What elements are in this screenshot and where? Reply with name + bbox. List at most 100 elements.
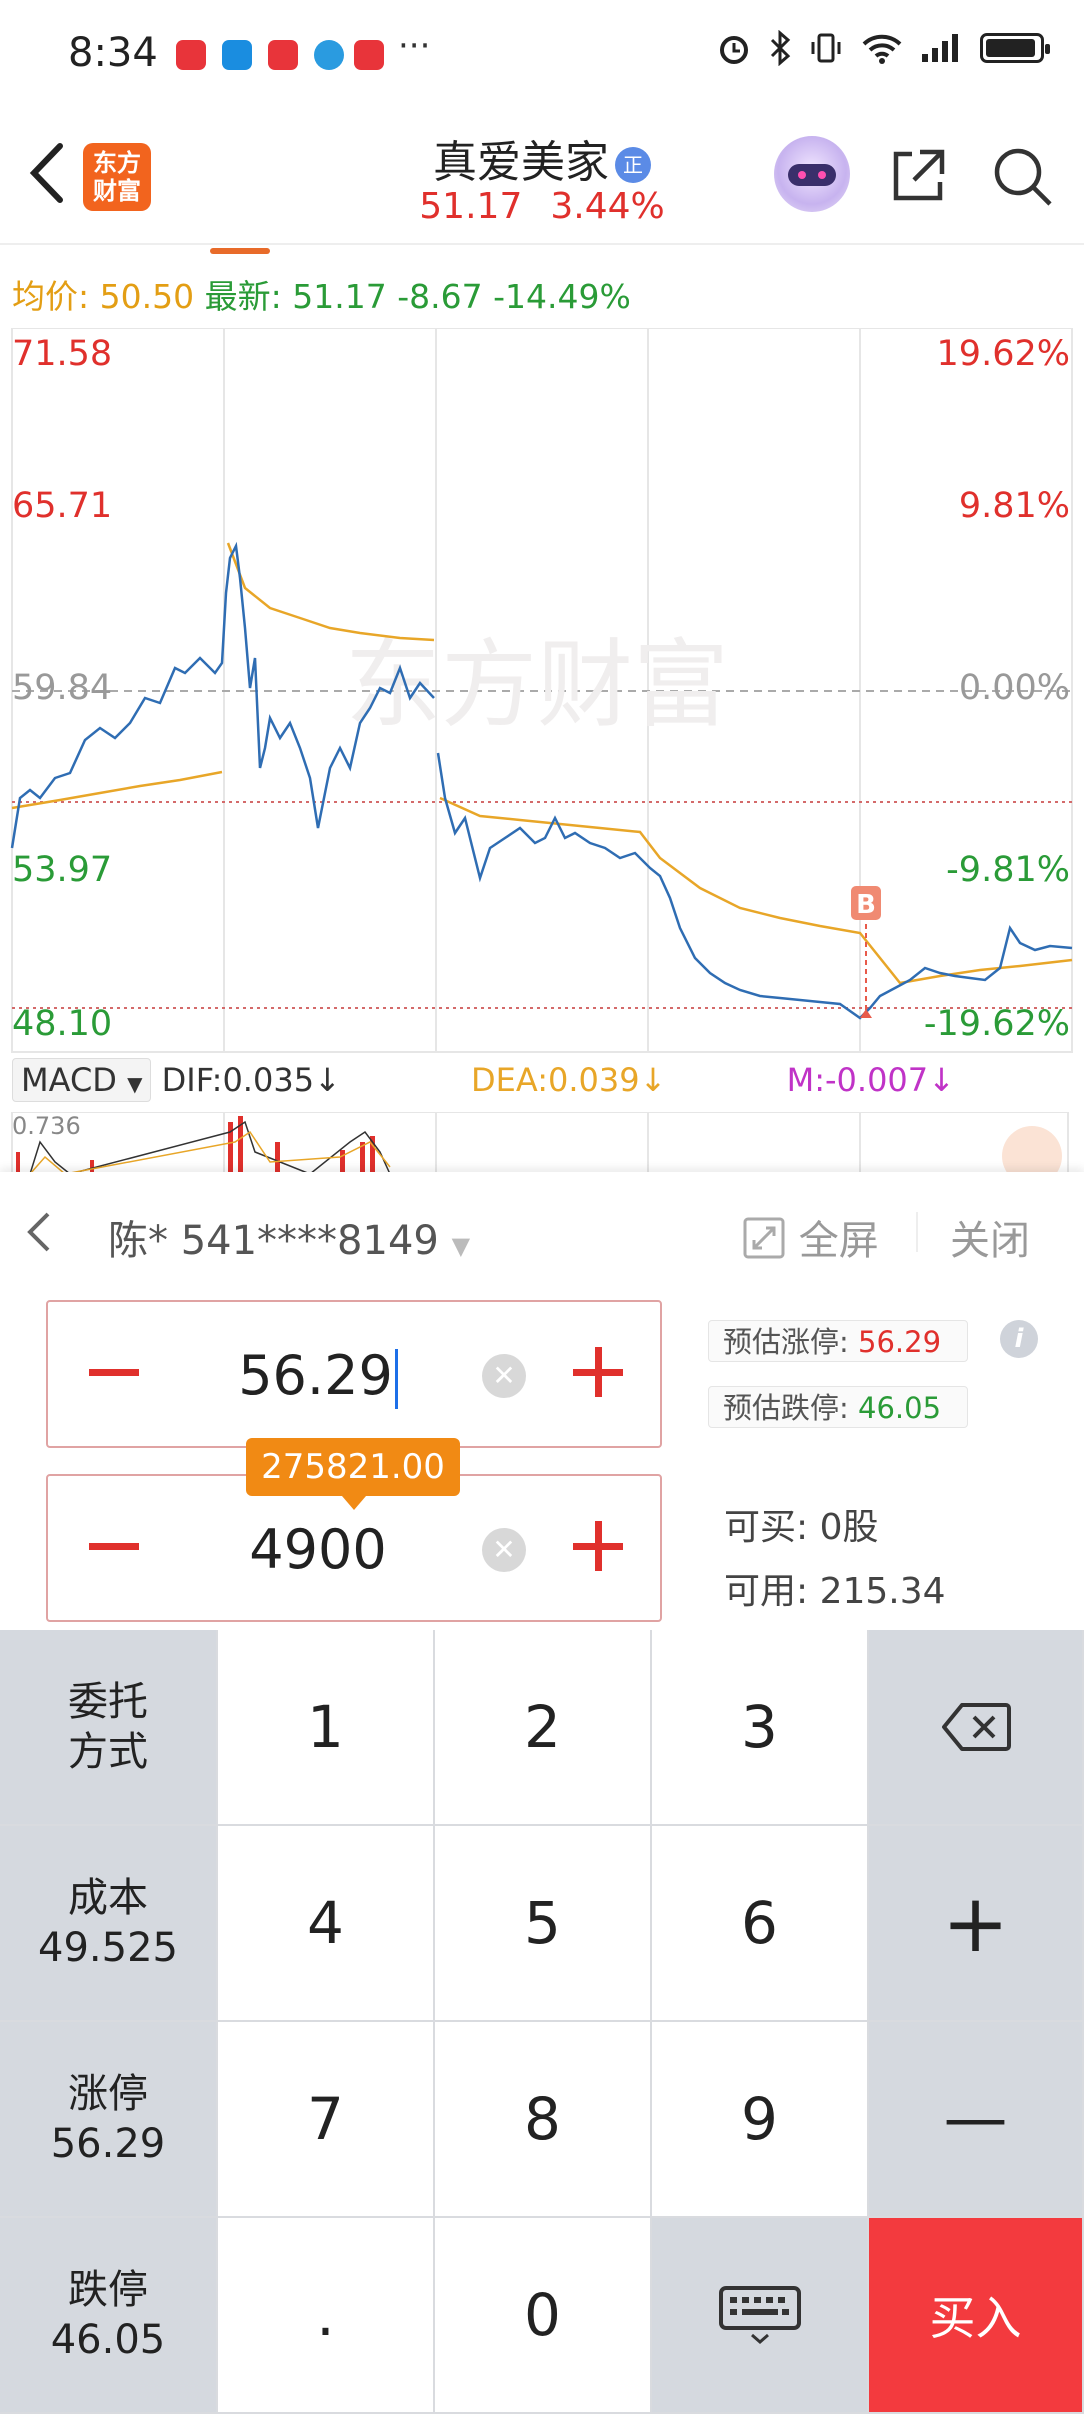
indicator-selector[interactable]: MACD ▼ (12, 1058, 152, 1102)
available-label: 可用: (724, 1571, 809, 1612)
key-7[interactable]: 7 (218, 2022, 435, 2218)
key-label: 跌停 (68, 2267, 148, 2313)
can-buy-label: 可买: (724, 1507, 809, 1548)
fullscreen-button[interactable]: 全屏 (742, 1208, 879, 1266)
numeric-keypad: 委托 方式 成本 49.525 涨停 56.29 跌停 46.05 1 2 3 4 5 … (0, 1630, 1084, 2414)
can-buy: 可买: 0股 (724, 1498, 879, 1550)
collapse-left-icon[interactable] (24, 1210, 54, 1254)
macd-chart: 0.736 (10, 1111, 1070, 1186)
macd-m: M:-0.007↓ (787, 1061, 955, 1099)
axis-label-right: 9.81% (958, 486, 1070, 526)
key-decimal[interactable]: . (218, 2218, 435, 2414)
macd-scale-label: 0.736 (12, 1112, 81, 1140)
clear-quantity-button[interactable]: ✕ (482, 1528, 526, 1572)
can-buy-value: 0股 (819, 1507, 879, 1548)
quantity-decrease-button[interactable] (84, 1516, 144, 1576)
axis-label-left: 48.10 (12, 1004, 113, 1044)
macd-canvas: 0.736 (11, 1111, 1069, 1186)
key-label: 方式 (68, 1729, 148, 1775)
search-icon[interactable] (990, 144, 1054, 208)
amount-tooltip: 275821.00 (246, 1438, 460, 1510)
key-label: 委托 (68, 1679, 148, 1725)
cost-price-key[interactable]: 成本 49.525 (0, 1826, 218, 2022)
axis-label-right: -19.62% (923, 1004, 1070, 1044)
key-1[interactable]: 1 (218, 1630, 435, 1826)
available-funds: 可用: 215.34 (724, 1562, 946, 1614)
close-button[interactable]: 关闭 (950, 1208, 1030, 1266)
estimated-limit-up-value: 56.29 (858, 1325, 942, 1359)
estimated-limit-up: 预估涨停: 56.29 (708, 1320, 968, 1362)
wifi-icon (862, 34, 902, 64)
clear-price-button[interactable]: ✕ (482, 1354, 526, 1398)
key-3[interactable]: 3 (652, 1630, 869, 1826)
intraday-chart[interactable]: 东方财富 B 71.58 65.71 59.84 53.97 48.10 19.… (0, 328, 1084, 1058)
info-icon[interactable]: i (1000, 1320, 1038, 1358)
buy-button[interactable]: 买入 (869, 2218, 1084, 2414)
minus-key[interactable]: — (869, 2022, 1084, 2218)
estimated-limit-down-label: 预估跌停: (723, 1391, 849, 1425)
key-6[interactable]: 6 (652, 1826, 869, 2022)
down-arrow-icon: ↓ (314, 1061, 341, 1099)
limit-up-key[interactable]: 涨停 56.29 (0, 2022, 218, 2218)
clock: 8:34 (68, 30, 158, 76)
macd-m-value: M:-0.007 (786, 1061, 929, 1099)
axis-label-right: -9.81% (946, 850, 1070, 890)
price-stepper: 56.29 ✕ (46, 1300, 662, 1448)
key-5[interactable]: 5 (435, 1826, 652, 2022)
stock-price: 51.17 (419, 186, 523, 227)
key-0[interactable]: 0 (435, 2218, 652, 2414)
price-decrease-button[interactable] (84, 1342, 144, 1402)
share-icon[interactable] (890, 146, 948, 204)
limit-down-key[interactable]: 跌停 46.05 (0, 2218, 218, 2414)
battery-icon (980, 33, 1050, 63)
estimated-limit-down: 预估跌停: 46.05 (708, 1386, 968, 1428)
account-bar: 陈* 541****8149 ▼ 全屏 关闭 (0, 1172, 1084, 1284)
key-label: 成本 (68, 1875, 148, 1921)
active-tab-indicator (210, 248, 270, 254)
key-8[interactable]: 8 (435, 2022, 652, 2218)
axis-label-right: 0.00% (958, 668, 1070, 708)
down-arrow-icon: ↓ (928, 1061, 955, 1099)
divider (916, 1212, 918, 1252)
macd-dif-value: DIF:0.035 (161, 1061, 315, 1099)
axis-label-left: 59.84 (12, 668, 113, 708)
price-increase-button[interactable] (568, 1342, 628, 1402)
price-input[interactable]: 56.29 (168, 1344, 468, 1410)
quantity-increase-button[interactable] (568, 1516, 628, 1576)
notification-icon (268, 40, 298, 70)
key-label: 涨停 (68, 2071, 148, 2117)
stock-header: 东方 财富 真爱美家正 51.17 3.44% (0, 110, 1084, 245)
key-9[interactable]: 9 (652, 2022, 869, 2218)
alarm-icon (720, 36, 748, 64)
quantity-input[interactable]: 4900 (168, 1518, 468, 1581)
divider (0, 243, 1084, 245)
key-2[interactable]: 2 (435, 1630, 652, 1826)
axis-label-left: 65.71 (12, 486, 113, 526)
notification-icon (222, 40, 252, 70)
estimated-limit-up-label: 预估涨停: (723, 1325, 849, 1359)
axis-label-right: 19.62% (936, 334, 1070, 374)
signal-icon (922, 34, 958, 62)
fullscreen-label: 全屏 (798, 1218, 879, 1264)
price-summary: 均价: 50.50 最新: 51.17 -8.67 -14.49% (12, 270, 631, 318)
change-pct: -14.49% (493, 277, 631, 316)
account-selector[interactable]: 陈* 541****8149 ▼ (108, 1208, 470, 1266)
macd-indicator-bar: MACD ▼ DIF:0.035↓ DEA:0.039↓ M:-0.007↓ (12, 1058, 1072, 1114)
macd-dif: DIF:0.035↓ (162, 1061, 341, 1099)
key-4[interactable]: 4 (218, 1826, 435, 2022)
indicator-selector-label: MACD (21, 1061, 117, 1099)
down-arrow-icon: ↓ (639, 1061, 667, 1099)
estimated-limit-down-value: 46.05 (858, 1391, 942, 1425)
order-type-key[interactable]: 委托 方式 (0, 1630, 218, 1826)
axis-label-left: 53.97 (12, 850, 113, 890)
latest-label: 最新: (204, 277, 282, 316)
avg-value: 50.50 (99, 277, 195, 316)
macd-dea-value: DEA:0.039 (471, 1061, 640, 1099)
plus-key[interactable]: + (869, 1826, 1084, 2022)
notification-icon (314, 40, 344, 70)
assistant-robot-icon[interactable] (774, 136, 850, 212)
backspace-icon (941, 1703, 1011, 1751)
keyboard-toggle-key[interactable] (652, 2218, 869, 2414)
stock-change-pct: 3.44% (550, 186, 665, 227)
backspace-key[interactable] (869, 1630, 1084, 1826)
